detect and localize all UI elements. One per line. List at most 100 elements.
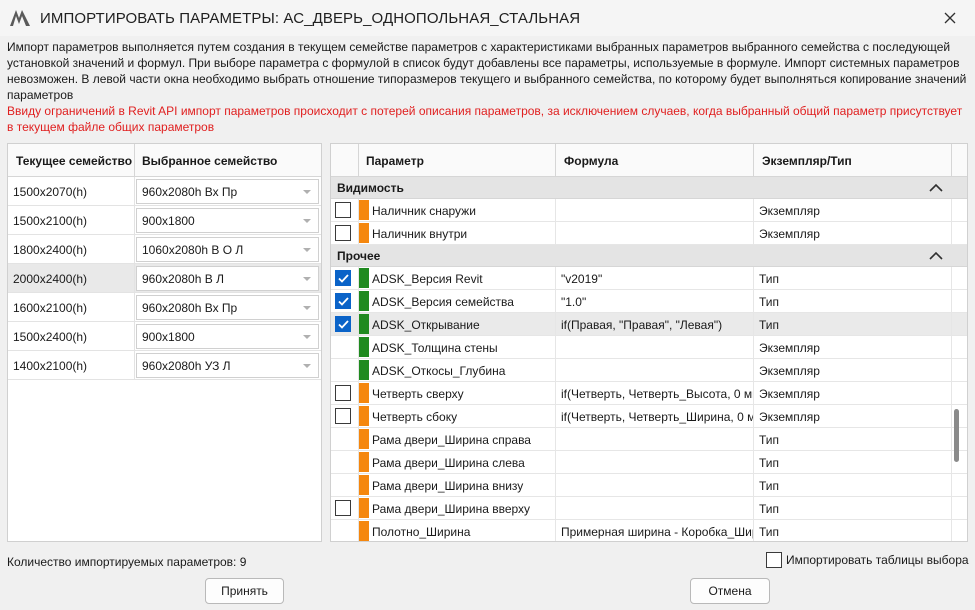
parameter-kind-marker xyxy=(359,360,369,380)
parameter-formula: if(Правая, "Правая", "Левая") xyxy=(556,313,754,335)
parameter-kind-marker xyxy=(359,268,369,288)
parameter-row[interactable]: Рама двери_Ширина вверху Тип xyxy=(331,497,967,520)
parameter-row[interactable]: ADSK_Откосы_Глубина Экземпляр xyxy=(331,359,967,382)
parameter-formula: if(Четверть, Четверть_Высота, 0 мм) xyxy=(556,382,754,404)
checkbox-cell xyxy=(331,199,359,221)
selected-family-cell: 960x2080h УЗ Л xyxy=(135,351,321,379)
type-mapping-row[interactable]: 1400x2100(h) 960x2080h УЗ Л xyxy=(8,351,321,380)
selected-family-combobox[interactable]: 900x1800 xyxy=(136,324,319,349)
selected-family-combobox[interactable]: 1060x2080h В О Л xyxy=(136,237,319,262)
selected-family-combobox[interactable]: 960x2080h УЗ Л xyxy=(136,353,319,378)
parameter-checkbox[interactable] xyxy=(335,316,351,332)
checkbox-cell xyxy=(331,313,359,335)
parameter-row[interactable]: Наличник снаружи Экземпляр xyxy=(331,199,967,222)
parameter-instance-type: Тип xyxy=(754,474,952,496)
parameter-instance-type: Тип xyxy=(754,520,952,541)
parameter-checkbox[interactable] xyxy=(335,385,351,401)
parameter-checkbox[interactable] xyxy=(335,500,351,516)
type-mapping-row[interactable]: 1500x2070(h) 960x2080h Вх Пр xyxy=(8,177,321,206)
selected-family-combobox[interactable]: 900x1800 xyxy=(136,208,319,233)
parameter-kind-marker xyxy=(359,452,369,472)
parameter-row[interactable]: Полотно_Ширина Примерная ширина - Коробка… xyxy=(331,520,967,541)
chevron-down-icon xyxy=(303,190,311,194)
vertical-scrollbar-thumb[interactable] xyxy=(954,409,959,462)
parameter-row[interactable]: ADSK_Открывание if(Правая, "Правая", "Лев… xyxy=(331,313,967,336)
combobox-value: 1060x2080h В О Л xyxy=(142,243,244,257)
parameter-group-header[interactable]: Прочее xyxy=(331,245,967,267)
parameter-instance-type: Экземпляр xyxy=(754,405,952,427)
checkbox-cell xyxy=(331,451,359,473)
header-parameter[interactable]: Параметр xyxy=(359,144,556,176)
checkmark-icon xyxy=(338,297,349,306)
parameter-checkbox[interactable] xyxy=(335,225,351,241)
group-label: Видимость xyxy=(337,180,404,195)
parameter-kind-marker xyxy=(359,314,369,334)
parameter-name: Рама двери_Ширина вверху xyxy=(372,497,556,519)
group-label: Прочее xyxy=(337,248,381,263)
header-selected-family[interactable]: Выбранное семейство xyxy=(135,144,321,176)
combobox-value: 960x2080h В Л xyxy=(142,272,224,286)
selected-family-combobox[interactable]: 960x2080h В Л xyxy=(136,266,319,291)
checkbox-cell xyxy=(331,520,359,541)
header-instance-type[interactable]: Экземпляр/Тип xyxy=(754,144,952,176)
chevron-up-icon[interactable] xyxy=(929,183,943,193)
accept-button[interactable]: Принять xyxy=(205,578,284,604)
parameter-group-header[interactable]: Видимость xyxy=(331,177,967,199)
combobox-value: 900x1800 xyxy=(142,214,195,228)
parameter-checkbox[interactable] xyxy=(335,293,351,309)
parameter-row[interactable]: Наличник внутри Экземпляр xyxy=(331,222,967,245)
chevron-up-icon[interactable] xyxy=(929,251,943,261)
parameter-row[interactable]: Рама двери_Ширина слева Тип xyxy=(331,451,967,474)
parameter-instance-type: Экземпляр xyxy=(754,359,952,381)
current-family-cell: 2000x2400(h) xyxy=(8,264,135,292)
checkbox-cell xyxy=(331,382,359,404)
parameter-formula xyxy=(556,199,754,221)
header-formula[interactable]: Формула xyxy=(556,144,754,176)
checkbox-cell xyxy=(331,222,359,244)
current-family-cell: 1400x2100(h) xyxy=(8,351,135,379)
parameter-checkbox[interactable] xyxy=(335,270,351,286)
selected-family-combobox[interactable]: 960x2080h Вх Пр xyxy=(136,179,319,204)
checkbox-cell xyxy=(331,428,359,450)
parameter-row[interactable]: Рама двери_Ширина внизу Тип xyxy=(331,474,967,497)
parameter-row[interactable]: Четверть сверху if(Четверть, Четверть_Выс… xyxy=(331,382,967,405)
combobox-value: 960x2080h Вх Пр xyxy=(142,185,238,199)
parameter-row[interactable]: ADSK_Версия семейства "1.0" Тип xyxy=(331,290,967,313)
header-current-family[interactable]: Текущее семейство xyxy=(8,144,135,176)
parameter-kind-marker xyxy=(359,383,369,403)
chevron-down-icon xyxy=(303,248,311,252)
close-button[interactable] xyxy=(936,6,964,30)
parameter-checkbox[interactable] xyxy=(335,408,351,424)
type-mapping-header: Текущее семейство Выбранное семейство xyxy=(8,144,321,177)
checkmark-icon xyxy=(338,274,349,283)
current-family-cell: 1600x2100(h) xyxy=(8,293,135,321)
type-mapping-row[interactable]: 1800x2400(h) 1060x2080h В О Л xyxy=(8,235,321,264)
cancel-button[interactable]: Отмена xyxy=(690,578,770,604)
current-family-cell: 1500x2070(h) xyxy=(8,177,135,205)
parameter-name: ADSK_Открывание xyxy=(372,313,556,335)
parameter-name: Четверть сбоку xyxy=(372,405,556,427)
combobox-value: 960x2080h УЗ Л xyxy=(142,359,231,373)
parameters-table: Параметр Формула Экземпляр/Тип Видимость… xyxy=(330,143,968,542)
parameter-row[interactable]: ADSK_Толщина стены Экземпляр xyxy=(331,336,967,359)
parameter-instance-type: Экземпляр xyxy=(754,199,952,221)
parameter-row[interactable]: Рама двери_Ширина справа Тип xyxy=(331,428,967,451)
parameter-name: Рама двери_Ширина слева xyxy=(372,451,556,473)
parameter-row[interactable]: Четверть сбоку if(Четверть, Четверть_Шири… xyxy=(331,405,967,428)
parameter-checkbox[interactable] xyxy=(335,202,351,218)
selected-family-cell: 960x2080h Вх Пр xyxy=(135,293,321,321)
checkbox-cell xyxy=(331,336,359,358)
parameter-kind-marker xyxy=(359,429,369,449)
selected-family-combobox[interactable]: 960x2080h Вх Пр xyxy=(136,295,319,320)
type-mapping-row[interactable]: 1600x2100(h) 960x2080h Вх Пр xyxy=(8,293,321,322)
import-lookup-tables-label: Импортировать таблицы выбора xyxy=(786,553,969,567)
type-mapping-row[interactable]: 1500x2400(h) 900x1800 xyxy=(8,322,321,351)
parameter-name: Наличник снаружи xyxy=(372,199,556,221)
type-mapping-row[interactable]: 1500x2100(h) 900x1800 xyxy=(8,206,321,235)
selected-family-cell: 900x1800 xyxy=(135,322,321,350)
parameter-row[interactable]: ADSK_Версия Revit "v2019" Тип xyxy=(331,267,967,290)
type-mapping-row[interactable]: 2000x2400(h) 960x2080h В Л xyxy=(8,264,321,293)
import-lookup-tables-checkbox[interactable]: Импортировать таблицы выбора xyxy=(766,552,969,568)
selected-family-cell: 1060x2080h В О Л xyxy=(135,235,321,263)
checkbox-box[interactable] xyxy=(766,552,782,568)
